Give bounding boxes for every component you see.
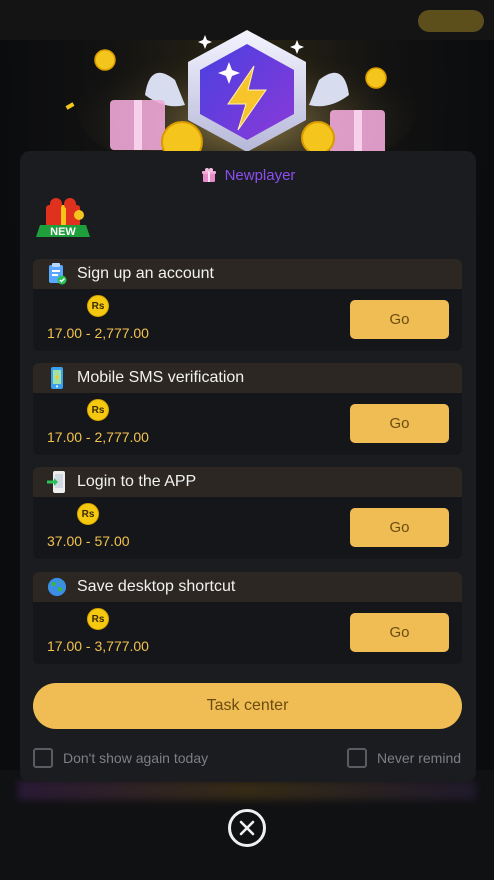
newplayer-modal: Newplayer NEW Sign up an account Rs 17.0… (20, 151, 476, 782)
never-remind-checkbox[interactable] (347, 748, 367, 768)
modal-header: Newplayer (20, 165, 476, 185)
new-player-gift-icon: NEW (36, 198, 90, 238)
task-body: Rs 17.00 - 2,777.00 Go (33, 289, 462, 351)
never-remind-label: Never remind (377, 750, 462, 766)
gift-icon (201, 168, 216, 182)
dont-show-today-option[interactable]: Don't show again today (33, 748, 208, 768)
task-header: Sign up an account (33, 259, 462, 289)
task-card-sms-verification: Mobile SMS verification Rs 17.00 - 2,777… (33, 363, 462, 455)
dont-show-label: Don't show again today (63, 750, 209, 766)
go-button-desktop-shortcut[interactable]: Go (350, 613, 449, 652)
rupee-coin-icon: Rs (77, 503, 99, 525)
task-card-desktop-shortcut: Save desktop shortcut Rs 17.00 - 3,777.0… (33, 572, 462, 664)
task-card-sign-up: Sign up an account Rs 17.00 - 2,777.00 G… (33, 259, 462, 351)
task-header: Mobile SMS verification (33, 363, 462, 393)
task-title: Save desktop shortcut (77, 578, 236, 595)
page-title: Newplayer (224, 166, 296, 184)
task-title: Mobile SMS verification (77, 369, 245, 386)
never-remind-option[interactable]: Never remind (347, 748, 461, 768)
lightning-medal-icon (65, 30, 417, 160)
clipboard-check-icon (49, 263, 67, 285)
svg-text:NEW: NEW (50, 226, 76, 238)
go-button-sms-verification[interactable]: Go (350, 404, 449, 443)
task-center-button[interactable]: Task center (33, 683, 462, 729)
go-button-login-app[interactable]: Go (350, 508, 449, 547)
task-card-login-app: Login to the APP Rs 37.00 - 57.00 Go (33, 467, 462, 559)
task-title: Sign up an account (77, 265, 214, 282)
task-header: Login to the APP (33, 467, 462, 497)
close-button[interactable] (228, 809, 266, 847)
reward-range: 17.00 - 2,777.00 (47, 325, 149, 341)
task-header: Save desktop shortcut (33, 572, 462, 602)
mobile-phone-icon (51, 367, 63, 389)
task-body: Rs 37.00 - 57.00 Go (33, 497, 462, 559)
rupee-coin-icon: Rs (87, 608, 109, 630)
app-login-icon (47, 471, 65, 493)
reward-range: 17.00 - 2,777.00 (47, 429, 149, 445)
rupee-coin-icon: Rs (87, 295, 109, 317)
go-button-sign-up[interactable]: Go (350, 300, 449, 339)
task-body: Rs 17.00 - 3,777.00 Go (33, 602, 462, 664)
close-icon (239, 820, 255, 836)
reward-range: 37.00 - 57.00 (47, 533, 130, 549)
background-glow (18, 780, 476, 800)
task-title: Login to the APP (77, 473, 197, 490)
globe-icon (47, 577, 67, 597)
dont-show-checkbox[interactable] (33, 748, 53, 768)
reward-range: 17.00 - 3,777.00 (47, 638, 149, 654)
task-body: Rs 17.00 - 2,777.00 Go (33, 393, 462, 455)
rupee-coin-icon: Rs (87, 399, 109, 421)
